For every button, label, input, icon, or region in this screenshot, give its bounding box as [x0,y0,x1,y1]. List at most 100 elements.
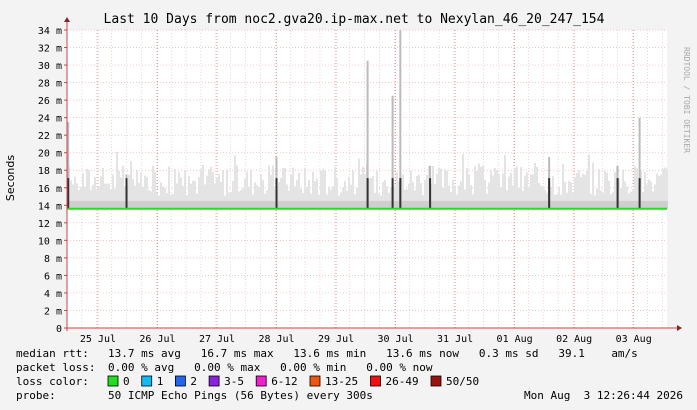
smoke-core [442,200,444,209]
x-tick-label: 25 Jul [80,334,116,345]
smoke-core [484,200,486,209]
smoke-core [372,200,374,209]
smoke-core [394,200,396,209]
y-tick-label: 24 m [38,114,62,125]
smoke-core [510,200,512,209]
smoke-core [658,200,660,209]
smoke-core [572,200,574,209]
smoke-core [410,200,412,209]
smoke-core [652,200,654,209]
smoke-core [318,200,320,209]
smoke-core [74,200,76,209]
smoke-core [156,200,158,209]
smoke-core [100,200,102,209]
loss-color-swatch [141,375,153,387]
x-tick-label: 27 Jul [199,334,235,345]
smoke-core [440,200,442,209]
smoke-core [162,200,164,209]
smoke-core [466,200,468,209]
loss-color-label: 3-5 [224,375,244,388]
smoke-core [94,200,96,209]
loss-color-label: 26-49 [386,375,419,388]
smoke-core [168,200,170,209]
smoke-core [494,200,496,209]
smoke-core [112,200,114,209]
smoke-core [650,200,652,209]
smoke-core [264,200,266,209]
smoke-core [594,200,596,209]
smoke-core [612,200,614,209]
smoke-core [184,200,186,209]
y-tick-label: 30 m [38,61,62,72]
smoke-core [458,200,460,209]
smoke-core [340,200,342,209]
legend-loss-label: packet loss: [16,361,95,374]
smoke-core [464,200,466,209]
smoke-core [546,200,548,209]
loss-color-swatch [430,375,442,387]
loss-color-swatch [208,375,220,387]
smoke-core [662,200,664,209]
smoke-core [128,200,130,209]
smoke-core [632,200,634,209]
smoke-core [78,200,80,209]
smoke-core [538,200,540,209]
loss-color-swatch [255,375,267,387]
smoke-core [536,200,538,209]
smoke-core [182,200,184,209]
smoke-core [282,200,284,209]
smoke-core [418,200,420,209]
smoke-core [158,200,160,209]
y-tick-label: 18 m [38,166,62,177]
smoke-core [424,200,426,209]
smoke-core [412,200,414,209]
smoke-core [522,200,524,209]
loss-color-label: 0 [123,375,130,388]
smoke-core [576,200,578,209]
smoke-core [604,200,606,209]
smoke-core [552,200,554,209]
timestamp: Mon Aug 3 12:26:44 2026 [524,389,683,402]
y-tick-label: 6 m [44,271,62,282]
smoke-core [188,200,190,209]
smoke-core [114,200,116,209]
smoke-core [518,200,520,209]
y-tick-label: 26 m [38,96,62,107]
smoke-core [300,200,302,209]
smoke-core [492,200,494,209]
smoke-core [290,200,292,209]
smoke-core [320,200,322,209]
smoke-core [122,200,124,209]
smoke-core [216,200,218,209]
smoke-core [244,200,246,209]
smoke-core [582,200,584,209]
x-tick-label: 28 Jul [258,334,294,345]
legend-loss-values: 0.00 % avg 0.00 % max 0.00 % min 0.00 % … [108,361,433,374]
smoke-core [270,200,272,209]
smoke-core [120,200,122,209]
smoke-core [472,200,474,209]
smoke-core [228,200,230,209]
smoke-core [234,200,236,209]
smoke-core [512,200,514,209]
smoke-column [116,151,118,209]
smoke-core [134,200,136,209]
smoke-core [374,200,376,209]
smoke-core [506,200,508,209]
smoke-core [420,200,422,209]
loss-color-swatch [370,375,381,387]
smoke-core [406,200,408,209]
smoke-core [116,200,118,209]
smoke-core [108,200,110,209]
smoke-core [660,200,662,209]
smoke-core [516,200,518,209]
smoke-core [404,200,406,209]
smoke-core [554,200,556,209]
smoke-core [198,200,200,209]
smoke-core [242,200,244,209]
y-tick-label: 8 m [44,254,62,265]
smoke-core [636,200,638,209]
smoke-core [550,200,552,209]
smoke-core [236,200,238,209]
smoke-core [524,200,526,209]
